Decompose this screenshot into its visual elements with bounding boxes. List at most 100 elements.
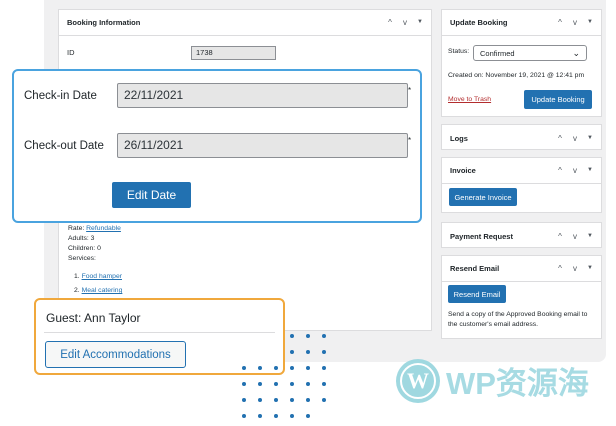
decor-dot: [258, 398, 262, 402]
toggle-panel-icon[interactable]: ▼: [586, 264, 594, 273]
decor-dot: [290, 334, 294, 338]
move-down-icon[interactable]: v: [571, 166, 579, 175]
booking-information-header: Booking Information ^ v ▼: [59, 10, 431, 36]
children-count: Children: 0: [68, 245, 101, 252]
panel-controls: ^ v ▼: [386, 18, 424, 27]
decor-dot: [290, 382, 294, 386]
move-down-icon[interactable]: v: [571, 134, 579, 143]
edit-date-button[interactable]: Edit Date: [112, 182, 191, 208]
toggle-panel-icon[interactable]: ▼: [416, 18, 424, 27]
decor-dot: [322, 366, 326, 370]
move-down-icon[interactable]: v: [401, 18, 409, 27]
checkin-date-field[interactable]: 22/11/2021: [117, 83, 408, 108]
decor-dot: [290, 414, 294, 418]
decor-dot: [306, 382, 310, 386]
toggle-panel-icon[interactable]: ▼: [586, 232, 594, 241]
rate-line: Rate: Refundable: [68, 224, 121, 234]
adults-count: Adults: 3: [68, 235, 95, 242]
created-on-text: Created on: November 19, 2021 @ 12:41 pm: [448, 72, 585, 79]
resend-email-title: Resend Email: [450, 264, 500, 273]
checkout-label: Check-out Date: [24, 140, 104, 152]
resend-email-panel: Resend Email ^ v ▼ Resend Email Send a c…: [441, 255, 602, 339]
toggle-panel-icon[interactable]: ▼: [586, 134, 594, 143]
decor-dot: [290, 350, 294, 354]
resend-email-button[interactable]: Resend Email: [448, 285, 506, 303]
toggle-panel-icon[interactable]: ▼: [586, 18, 594, 27]
status-select[interactable]: Confirmed ⌄: [473, 45, 587, 61]
update-booking-title: Update Booking: [450, 18, 508, 27]
status-row: Status:: [448, 47, 469, 57]
decor-dot: [322, 398, 326, 402]
decor-dot: [242, 382, 246, 386]
decorative-dot-grid: [242, 334, 332, 418]
invoice-title: Invoice: [450, 166, 476, 175]
decor-dot: [306, 334, 310, 338]
payment-request-panel: Payment Request ^ v ▼: [441, 222, 602, 248]
move-up-icon[interactable]: ^: [556, 232, 564, 241]
decor-dot: [258, 414, 262, 418]
update-booking-panel: Update Booking ^ v ▼ Status: Confirmed ⌄…: [441, 9, 602, 117]
service-item: 2. Meal catering: [74, 287, 123, 294]
logs-panel: Logs ^ v ▼: [441, 124, 602, 150]
checkin-required-mark: *: [408, 86, 412, 95]
id-row: ID: [67, 48, 75, 57]
service-item: 1. Food hamper: [74, 273, 122, 280]
move-down-icon[interactable]: v: [571, 264, 579, 273]
guest-name: Guest: Ann Taylor: [46, 311, 141, 325]
id-field[interactable]: 1738: [191, 46, 276, 60]
decor-dot: [242, 398, 246, 402]
rate-link[interactable]: Refundable: [86, 225, 121, 232]
watermark: W WP资源海: [396, 358, 589, 403]
toggle-panel-icon[interactable]: ▼: [586, 166, 594, 175]
decor-dot: [274, 382, 278, 386]
divider: [44, 332, 275, 333]
invoice-panel: Invoice ^ v ▼ Generate Invoice: [441, 157, 602, 213]
move-up-icon[interactable]: ^: [556, 134, 564, 143]
wordpress-logo-icon: W: [396, 358, 440, 403]
status-value: Confirmed: [480, 48, 515, 58]
decor-dot: [306, 414, 310, 418]
id-label: ID: [67, 48, 75, 57]
update-booking-button[interactable]: Update Booking: [524, 90, 592, 109]
service-link-meal-catering[interactable]: Meal catering: [82, 287, 123, 294]
services-label: Services:: [68, 255, 96, 262]
stage: Booking Information ^ v ▼ ID 1738 Rate: …: [0, 0, 616, 426]
decor-dot: [242, 366, 246, 370]
edit-dates-callout: Check-in Date 22/11/2021 * Check-out Dat…: [12, 69, 422, 223]
booking-details: Rate: Refundable Adults: 3 Children: 0 S…: [68, 224, 121, 264]
decor-dot: [306, 350, 310, 354]
watermark-text: WP资源海: [446, 366, 589, 401]
decor-dot: [306, 398, 310, 402]
decor-dot: [258, 366, 262, 370]
decor-dot: [274, 398, 278, 402]
decor-dot: [258, 382, 262, 386]
generate-invoice-button[interactable]: Generate Invoice: [449, 188, 517, 206]
move-up-icon[interactable]: ^: [556, 166, 564, 175]
rate-label: Rate:: [68, 225, 85, 232]
decor-dot: [290, 366, 294, 370]
resend-email-description: Send a copy of the Approved Booking emai…: [448, 311, 588, 328]
checkout-date-field[interactable]: 26/11/2021: [117, 133, 408, 158]
decor-dot: [322, 382, 326, 386]
chevron-down-icon: ⌄: [572, 48, 580, 58]
payment-request-title: Payment Request: [450, 231, 513, 241]
decor-dot: [290, 398, 294, 402]
decor-dot: [306, 366, 310, 370]
move-up-icon[interactable]: ^: [386, 18, 394, 27]
move-up-icon[interactable]: ^: [556, 18, 564, 27]
decor-dot: [242, 414, 246, 418]
status-label: Status:: [448, 48, 470, 55]
edit-accommodations-button[interactable]: Edit Accommodations: [45, 341, 186, 368]
checkin-label: Check-in Date: [24, 90, 97, 102]
decor-dot: [322, 334, 326, 338]
logs-title: Logs: [450, 133, 468, 143]
service-link-food-hamper[interactable]: Food hamper: [82, 273, 122, 280]
booking-information-title: Booking Information: [67, 18, 141, 27]
move-to-trash-link[interactable]: Move to Trash: [448, 95, 491, 105]
decor-dot: [274, 366, 278, 370]
checkout-required-mark: *: [408, 136, 412, 145]
move-down-icon[interactable]: v: [571, 18, 579, 27]
update-booking-header: Update Booking ^ v ▼: [442, 10, 601, 36]
move-up-icon[interactable]: ^: [556, 264, 564, 273]
move-down-icon[interactable]: v: [571, 232, 579, 241]
